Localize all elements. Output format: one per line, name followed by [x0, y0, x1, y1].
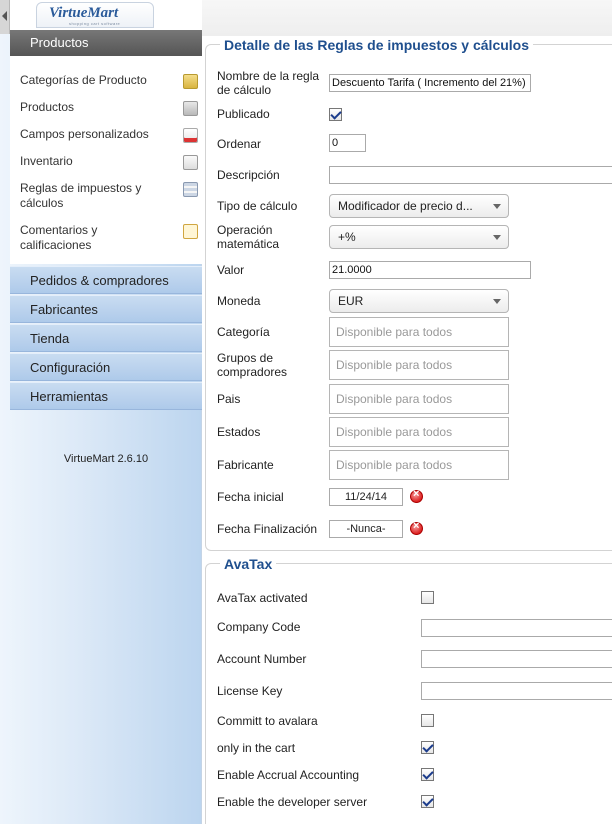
manufacturer-multiselect[interactable]: Disponible para todos [329, 450, 509, 480]
top-toolbar [202, 0, 612, 36]
end-date-label: Fecha Finalización [217, 522, 318, 536]
accrual-checkbox[interactable] [421, 768, 434, 781]
category-multiselect[interactable]: Disponible para todos [329, 317, 509, 347]
shopper-groups-multiselect[interactable]: Disponible para todos [329, 350, 509, 380]
sidebar-nav-tienda[interactable]: Tienda [10, 324, 202, 352]
folder-icon [183, 74, 198, 89]
manufacturer-label: Fabricante [217, 458, 274, 472]
logo-box: VirtueMart shopping cart software [36, 2, 154, 28]
sidebar-section-productos[interactable]: Productos [10, 30, 202, 56]
chevron-down-icon [493, 299, 501, 304]
sidebar-item-label: Categorías de Producto [20, 73, 147, 87]
chevron-left-icon [2, 11, 7, 21]
chart-icon [183, 155, 198, 170]
version-label: VirtueMart 2.6.10 [63, 453, 149, 465]
logo-tagline: shopping cart software [69, 21, 121, 26]
description-label: Descripción [217, 168, 280, 182]
sidebar-item-comentarios[interactable]: Comentarios y calificaciones [20, 223, 198, 253]
rules-fieldset: Detalle de las Reglas de impuestos y cál… [205, 37, 612, 551]
currency-label: Moneda [217, 294, 261, 308]
dev-server-checkbox[interactable] [421, 795, 434, 808]
name-input[interactable]: Descuento Tarifa ( Incremento del 21%) [329, 74, 531, 92]
category-label: Categoría [217, 325, 270, 339]
order-input[interactable]: 0 [329, 134, 366, 152]
chevron-down-icon [493, 235, 501, 240]
end-date-input[interactable]: -Nunca- [329, 520, 403, 538]
value-label: Valor [217, 263, 245, 277]
order-label: Ordenar [217, 137, 262, 151]
published-checkbox[interactable] [329, 108, 342, 121]
math-op-label: Operación matemática [217, 223, 280, 251]
sidebar-item-inventario[interactable]: Inventario [20, 154, 198, 170]
calc-type-label: Tipo de cálculo [217, 199, 298, 213]
start-date-label: Fecha inicial [217, 490, 284, 504]
camera-icon [183, 101, 198, 116]
value-input[interactable]: 21.0000 [329, 261, 531, 279]
company-code-input[interactable] [421, 619, 612, 637]
sidebar-nav-fabricantes[interactable]: Fabricantes [10, 295, 202, 323]
dev-server-label: Enable the developer server [217, 795, 368, 809]
collapse-sidebar-button[interactable] [0, 0, 10, 34]
logo[interactable]: VirtueMart shopping cart software [10, 0, 202, 30]
avatax-activated-checkbox[interactable] [421, 591, 434, 604]
submenu-productos: Categorías de Producto Productos Campos … [10, 56, 202, 264]
accrual-label: Enable Accrual Accounting [217, 768, 360, 782]
avatax-legend: AvaTax [220, 556, 277, 572]
sidebar-item-label: Comentarios y calificaciones [20, 223, 98, 252]
custom-fields-icon [183, 128, 198, 143]
sidebar-item-label: Inventario [20, 154, 73, 168]
clear-start-date-icon[interactable] [410, 488, 423, 503]
sidebar: VirtueMart shopping cart software Produc… [0, 0, 202, 824]
description-input[interactable] [329, 166, 612, 184]
sidebar-item-label: Productos [20, 100, 75, 114]
sidebar-nav-configuracion[interactable]: Configuración [10, 353, 202, 381]
avatax-fieldset: AvaTax AvaTax activated Company Code Acc… [205, 556, 612, 824]
chevron-down-icon [493, 204, 501, 209]
clear-end-date-icon[interactable] [410, 520, 423, 535]
avatax-activated-label: AvaTax activated [217, 591, 308, 605]
country-label: Pais [217, 392, 241, 406]
account-number-label: Account Number [217, 652, 307, 666]
logo-text: VirtueMart [49, 5, 119, 21]
only-cart-checkbox[interactable] [421, 741, 434, 754]
country-multiselect[interactable]: Disponible para todos [329, 384, 509, 414]
currency-value: EUR [338, 294, 364, 308]
license-key-input[interactable] [421, 682, 612, 700]
company-code-label: Company Code [217, 620, 301, 634]
commit-checkbox[interactable] [421, 714, 434, 727]
currency-select[interactable]: EUR [329, 289, 509, 313]
calc-type-value: Modificador de precio d... [338, 199, 473, 213]
calc-type-select[interactable]: Modificador de precio d... [329, 194, 509, 218]
shopper-groups-label: Grupos de compradores [217, 351, 288, 379]
sidebar-nav-herramientas[interactable]: Herramientas [10, 382, 202, 410]
sidebar-item-campos[interactable]: Campos personalizados [20, 127, 198, 143]
main-content: Detalle de las Reglas de impuestos y cál… [202, 0, 612, 824]
commit-label: Committ to avalara [217, 714, 318, 728]
math-op-select[interactable]: +% [329, 225, 509, 249]
sidebar-nav-pedidos[interactable]: Pedidos & compradores [10, 266, 202, 294]
published-label: Publicado [217, 107, 270, 121]
calculator-icon [183, 182, 198, 197]
states-label: Estados [217, 425, 261, 439]
sidebar-item-reglas[interactable]: Reglas de impuestos y cálculos [20, 181, 198, 211]
sidebar-item-label: Reglas de impuestos y cálculos [20, 181, 142, 210]
sidebar-item-productos[interactable]: Productos [20, 100, 198, 116]
comment-bubble-icon [183, 224, 198, 239]
rules-legend: Detalle de las Reglas de impuestos y cál… [220, 37, 534, 53]
math-op-value: +% [338, 230, 356, 244]
states-multiselect[interactable]: Disponible para todos [329, 417, 509, 447]
sidebar-item-categorias[interactable]: Categorías de Producto [20, 73, 198, 89]
sidebar-item-label: Campos personalizados [20, 127, 149, 141]
account-number-input[interactable] [421, 650, 612, 668]
name-label: Nombre de la regla de cálculo [217, 69, 320, 97]
license-key-label: License Key [217, 684, 283, 698]
start-date-input[interactable]: 11/24/14 [329, 488, 403, 506]
only-cart-label: only in the cart [217, 741, 296, 755]
